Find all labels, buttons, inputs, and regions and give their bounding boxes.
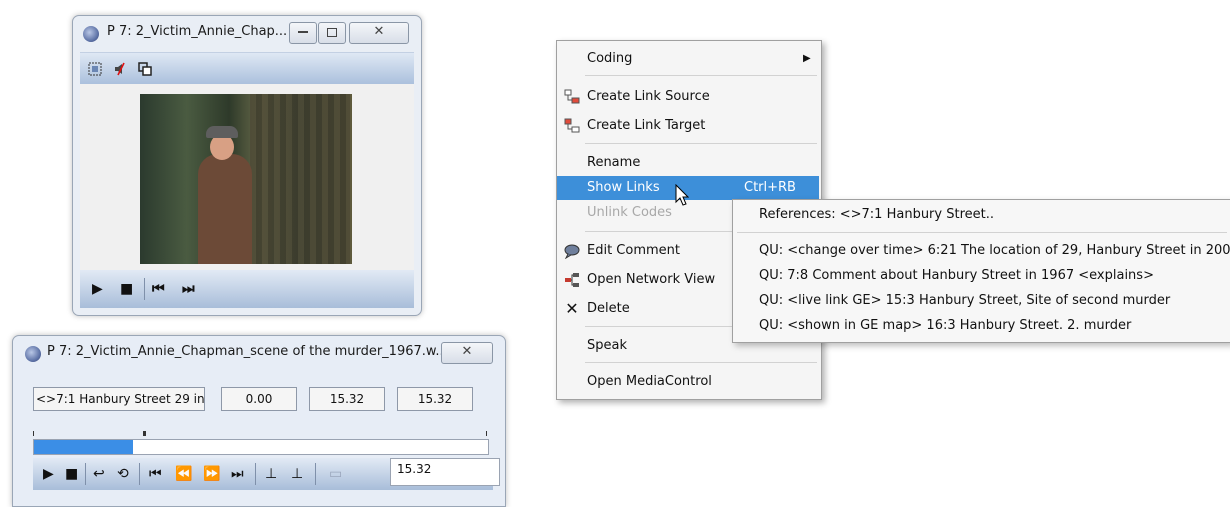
menu-separator bbox=[737, 232, 1227, 233]
window-title: P 7: 2_Victim_Annie_Chapman_scene of the… bbox=[47, 344, 448, 359]
menu-item-open-mediacontrol[interactable]: Open MediaControl bbox=[557, 370, 821, 394]
start-time-field[interactable]: 0.00 bbox=[221, 387, 297, 411]
menu-item-create-link-source[interactable]: Create Link Source bbox=[557, 85, 821, 109]
separator bbox=[144, 278, 145, 300]
menu-item-label: Speak bbox=[587, 338, 627, 353]
media-viewer-window: P 7: 2_Victim_Annie_Chap... ✕ ▶ ■ ⏮ ⏭ bbox=[72, 15, 422, 316]
timeline-track[interactable] bbox=[33, 431, 489, 455]
submenu-item-quotation[interactable]: QU: <change over time> 6:21 The location… bbox=[759, 243, 1230, 258]
video-area bbox=[80, 84, 414, 270]
media-control-toolbar: ▶ ■ ↩ ⟲ ⏮ ⏪ ⏩ ⏭ ⊥ ⊥ ▭ 15.32 bbox=[33, 458, 500, 490]
submenu-item-quotation[interactable]: QU: <live link GE> 15:3 Hanbury Street, … bbox=[759, 293, 1170, 308]
close-button[interactable]: ✕ bbox=[349, 22, 409, 44]
submenu-item-quotation[interactable]: QU: <shown in GE map> 16:3 Hanbury Stree… bbox=[759, 318, 1131, 333]
menu-item-label: Rename bbox=[587, 155, 641, 170]
current-time-field[interactable]: 15.32 bbox=[390, 458, 500, 486]
menu-item-rename[interactable]: Rename bbox=[557, 151, 821, 175]
next-icon[interactable]: ⏭ bbox=[182, 280, 195, 298]
viewer-toolbar bbox=[80, 52, 414, 85]
close-button[interactable]: ✕ bbox=[441, 342, 493, 364]
stop-icon[interactable]: ■ bbox=[65, 465, 78, 483]
menu-item-create-link-target[interactable]: Create Link Target bbox=[557, 114, 821, 138]
timeline-progress bbox=[34, 440, 133, 454]
link-target-icon bbox=[563, 118, 581, 134]
quotation-field[interactable]: <>7:1 Hanbury Street 29 in bbox=[33, 387, 205, 411]
window-title: P 7: 2_Victim_Annie_Chap... bbox=[107, 24, 288, 39]
minimize-icon bbox=[298, 31, 308, 33]
comment-bubble-icon bbox=[563, 243, 581, 260]
loop-icon[interactable]: ↩ bbox=[93, 465, 105, 483]
submenu-item-reference[interactable]: References: <>7:1 Hanbury Street.. bbox=[759, 207, 994, 222]
set-end-icon[interactable]: ⊥ bbox=[291, 465, 303, 483]
separator bbox=[315, 463, 316, 485]
menu-item-label: Delete bbox=[587, 301, 630, 316]
video-frame[interactable] bbox=[140, 94, 352, 264]
fit-icon[interactable] bbox=[86, 60, 104, 78]
snapshot-icon[interactable]: ▭ bbox=[329, 465, 342, 483]
skip-end-icon[interactable]: ⏭ bbox=[231, 465, 244, 483]
menu-item-label: Create Link Target bbox=[587, 118, 706, 133]
tick-mark bbox=[486, 431, 487, 436]
play-icon[interactable]: ▶ bbox=[43, 465, 54, 483]
separator bbox=[85, 463, 86, 485]
menu-separator bbox=[585, 362, 817, 363]
close-icon: ✕ bbox=[461, 344, 473, 359]
length-field[interactable]: 15.32 bbox=[397, 387, 473, 411]
video-door bbox=[250, 94, 350, 264]
video-figure-coat bbox=[198, 154, 252, 264]
minimize-button[interactable] bbox=[289, 22, 317, 44]
skip-start-icon[interactable]: ⏮ bbox=[149, 465, 162, 483]
rewind-icon[interactable]: ⏪ bbox=[175, 465, 192, 483]
submenu-item-quotation[interactable]: QU: 7:8 Comment about Hanbury Street in … bbox=[759, 268, 1154, 283]
playback-controls: ▶ ■ ⏮ ⏭ bbox=[80, 270, 414, 308]
menu-item-label: Open Network View bbox=[587, 272, 716, 287]
menu-item-label: Show Links bbox=[587, 180, 660, 195]
submenu-arrow-icon: ▶ bbox=[803, 53, 811, 64]
mute-icon[interactable] bbox=[112, 60, 130, 78]
close-icon: ✕ bbox=[373, 24, 385, 39]
end-time-field[interactable]: 15.32 bbox=[309, 387, 385, 411]
restore-button[interactable] bbox=[318, 22, 346, 44]
detach-icon[interactable] bbox=[136, 60, 154, 78]
menu-item-shortcut: Ctrl+RB bbox=[744, 180, 796, 195]
separator bbox=[139, 463, 140, 485]
menu-item-show-links[interactable]: Show Links Ctrl+RB bbox=[557, 176, 819, 206]
link-source-icon bbox=[563, 89, 581, 105]
fast-forward-icon[interactable]: ⏩ bbox=[203, 465, 220, 483]
menu-item-label: Unlink Codes bbox=[587, 205, 672, 220]
menu-separator bbox=[585, 75, 817, 76]
menu-item-label: Create Link Source bbox=[587, 89, 710, 104]
menu-item-label: Coding bbox=[587, 51, 633, 66]
play-icon[interactable]: ▶ bbox=[92, 280, 103, 298]
tick-mark bbox=[143, 431, 146, 436]
video-figure-cap bbox=[206, 126, 238, 138]
prev-icon[interactable]: ⏮ bbox=[152, 280, 165, 298]
tick-mark bbox=[33, 431, 34, 436]
menu-item-label: Edit Comment bbox=[587, 243, 680, 258]
stop-icon[interactable]: ■ bbox=[120, 280, 133, 298]
clip-icon[interactable]: ⟲ bbox=[117, 465, 129, 483]
menu-separator bbox=[585, 143, 817, 144]
menu-item-coding[interactable]: Coding ▶ bbox=[557, 47, 821, 71]
app-globe-icon bbox=[25, 346, 41, 362]
media-control-window: P 7: 2_Victim_Annie_Chapman_scene of the… bbox=[12, 335, 506, 507]
menu-item-label: Open MediaControl bbox=[587, 374, 712, 389]
network-icon bbox=[563, 272, 581, 288]
delete-x-icon: ✕ bbox=[565, 299, 579, 318]
set-start-icon[interactable]: ⊥ bbox=[265, 465, 277, 483]
app-globe-icon bbox=[83, 26, 99, 42]
window-titlebar[interactable]: P 7: 2_Victim_Annie_Chapman_scene of the… bbox=[13, 336, 505, 370]
window-titlebar[interactable]: P 7: 2_Victim_Annie_Chap... ✕ bbox=[73, 16, 421, 50]
show-links-submenu: References: <>7:1 Hanbury Street.. QU: <… bbox=[732, 199, 1230, 343]
separator bbox=[255, 463, 256, 485]
restore-icon bbox=[327, 27, 337, 37]
